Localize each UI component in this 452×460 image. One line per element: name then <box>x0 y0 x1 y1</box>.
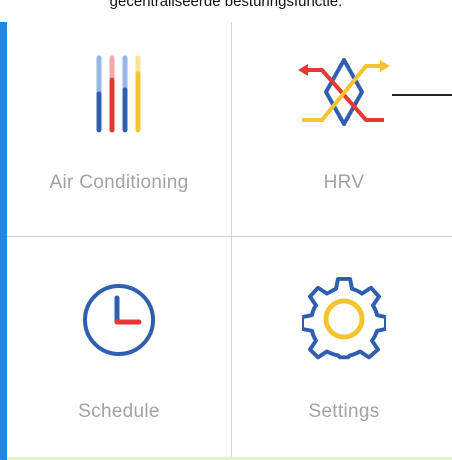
hrv-tile[interactable]: HRV <box>232 22 452 236</box>
gear-icon <box>302 277 386 360</box>
schedule-tile[interactable]: Schedule <box>7 237 231 451</box>
callout-leader-line <box>392 94 452 96</box>
air-conditioning-label: Air Conditioning <box>49 172 189 193</box>
hrv-label: HRV <box>323 172 365 193</box>
settings-label: Settings <box>308 401 380 422</box>
hrv-heat-exchange-icon <box>298 58 390 126</box>
caption-text: gecentraliseerde besturingsfunctie. <box>109 0 343 10</box>
left-accent-bar <box>0 22 7 460</box>
air-conditioning-sliders-icon <box>96 55 141 133</box>
air-conditioning-tile[interactable]: Air Conditioning <box>7 22 231 236</box>
control-panel: Air Conditioning HRV Schedule Settings <box>7 22 452 460</box>
clock-icon <box>83 284 155 356</box>
schedule-label: Schedule <box>78 401 160 422</box>
settings-tile[interactable]: Settings <box>232 237 452 451</box>
page: gecentraliseerde besturingsfunctie. Air … <box>0 0 452 460</box>
